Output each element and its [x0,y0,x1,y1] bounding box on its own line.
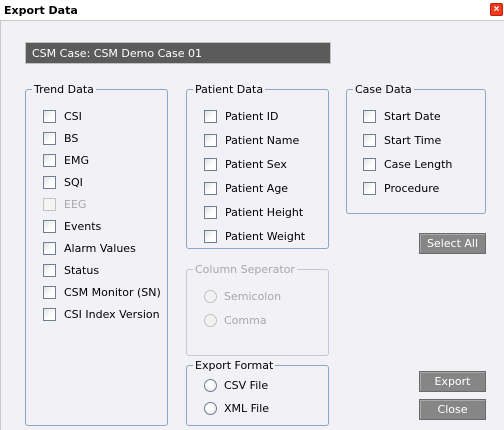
title-bar: Export Data × [0,0,504,21]
checkbox-alarm-values[interactable]: Alarm Values [43,241,136,255]
close-icon[interactable]: × [490,3,503,16]
checkbox-box[interactable] [43,153,56,167]
checkbox-box[interactable] [204,133,217,147]
select-all-button[interactable]: Select All [419,233,486,254]
checkbox-patient-height[interactable]: Patient Height [204,205,303,219]
checkbox-box[interactable] [204,109,217,123]
checkbox-patient-age[interactable]: Patient Age [204,181,288,195]
checkbox-box[interactable] [204,157,217,171]
export-format-legend: Export Format [193,359,276,372]
checkbox-box[interactable] [204,229,217,243]
checkbox-start-time[interactable]: Start Time [363,133,441,147]
checkbox-box[interactable] [43,285,56,299]
radio-csv-file[interactable]: CSV File [204,378,268,392]
checkbox-procedure[interactable]: Procedure [363,181,439,195]
checkbox-emg[interactable]: EMG [43,153,89,167]
checkbox-start-date[interactable]: Start Date [363,109,441,123]
export-format-group: Export Format [186,359,329,426]
checkbox-box[interactable] [43,219,56,233]
checkbox-box[interactable] [43,263,56,277]
checkbox-patient-id[interactable]: Patient ID [204,109,279,123]
radio-semicolon: Semicolon [204,289,281,303]
radio-button [204,313,217,327]
checkbox-box [43,197,56,211]
checkbox-eeg: EEG [43,197,86,211]
checkbox-patient-name[interactable]: Patient Name [204,133,299,147]
column-separator-group: Column Seperator [186,263,329,356]
checkbox-csm-monitor-sn[interactable]: CSM Monitor (SN) [43,285,161,299]
checkbox-box[interactable] [43,175,56,189]
checkbox-box[interactable] [43,241,56,255]
checkbox-box[interactable] [204,181,217,195]
radio-xml-file[interactable]: XML File [204,401,269,415]
checkbox-box[interactable] [363,133,376,147]
radio-comma: Comma [204,313,267,327]
export-button[interactable]: Export [419,371,486,392]
trend-data-legend: Trend Data [32,83,96,96]
checkbox-case-length[interactable]: Case Length [363,157,452,171]
radio-button [204,289,217,303]
checkbox-box[interactable] [43,307,56,321]
window-title: Export Data [4,4,78,17]
checkbox-box[interactable] [204,205,217,219]
checkbox-box[interactable] [43,131,56,145]
patient-data-legend: Patient Data [193,83,266,96]
checkbox-status[interactable]: Status [43,263,99,277]
checkbox-box[interactable] [43,109,56,123]
checkbox-events[interactable]: Events [43,219,101,233]
close-button[interactable]: Close [419,399,486,420]
checkbox-sqi[interactable]: SQI [43,175,83,189]
radio-button[interactable] [204,401,217,415]
case-data-legend: Case Data [353,83,414,96]
checkbox-patient-weight[interactable]: Patient Weight [204,229,305,243]
column-separator-legend: Column Seperator [193,263,297,276]
checkbox-box[interactable] [363,109,376,123]
checkbox-box[interactable] [363,181,376,195]
radio-button[interactable] [204,378,217,392]
checkbox-box[interactable] [363,157,376,171]
checkbox-csi-index-version[interactable]: CSI Index Version [43,307,160,321]
dialog-body: CSM Case: CSM Demo Case 01 Trend Data CS… [0,21,504,430]
checkbox-bs[interactable]: BS [43,131,78,145]
checkbox-csi[interactable]: CSI [43,109,82,123]
case-name-field: CSM Case: CSM Demo Case 01 [25,42,331,64]
checkbox-patient-sex[interactable]: Patient Sex [204,157,287,171]
